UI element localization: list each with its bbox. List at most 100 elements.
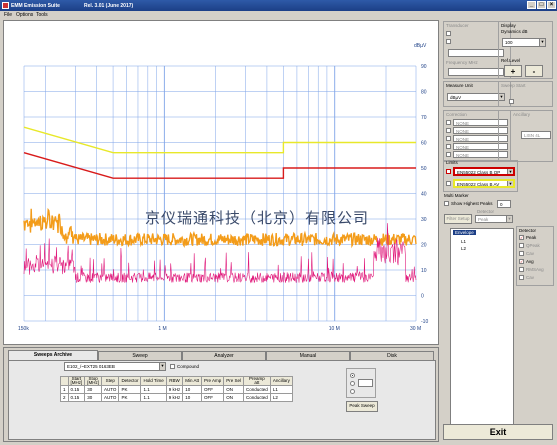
- limit2-checkbox[interactable]: [446, 181, 451, 186]
- limits-group: Limits EN55022 Class B QP ▼ EN55022 Class…: [443, 160, 518, 192]
- detector-checkbox[interactable]: [519, 243, 524, 248]
- limit1-combo[interactable]: EN55022 Class B QP ▼: [453, 167, 515, 176]
- detector-label: RMSAvg: [526, 267, 544, 272]
- tab-disk[interactable]: Disk: [350, 351, 434, 360]
- sweeps-table: Start [MHz] Stop [MHz] Step Detector Hold Ti…: [60, 376, 293, 402]
- tab-manual[interactable]: Manual: [266, 351, 350, 360]
- spectrum-chart: 90 80 70 60 50 40 30 20 10 0 -10 dBµV 150k 1 M 10 M 30 …: [18, 43, 428, 332]
- y-tick-label: 10: [421, 268, 427, 274]
- limit-avg-line: [23, 152, 416, 179]
- transducer-check-1[interactable]: [446, 31, 451, 36]
- correction-value: NONE: [456, 153, 470, 158]
- x-tick-label: 10 M: [329, 326, 340, 332]
- table-cell: 30: [84, 385, 103, 394]
- chevron-down-icon: ▼: [539, 39, 545, 46]
- exit-button[interactable]: Exit: [443, 424, 553, 440]
- filter-setup-button[interactable]: Filter Setup: [444, 214, 472, 224]
- ancillary-combo[interactable]: LISN 4L: [521, 131, 551, 139]
- limit2-combo[interactable]: EN55022 Class B AV ▼: [453, 179, 515, 188]
- ancillary-value: LISN 4L: [524, 133, 541, 138]
- table-row[interactable]: 1 0.15 30 AUTO PK 1.1 9 kHz 10 OFF ON Conducted L1: [60, 385, 293, 394]
- limit1-checkbox[interactable]: [446, 169, 451, 174]
- menu-options[interactable]: Options: [16, 12, 33, 18]
- table-cell: OFF: [200, 393, 225, 402]
- correction-checkbox[interactable]: [446, 136, 451, 141]
- spectrum-plot[interactable]: 90 80 70 60 50 40 30 20 10 0 -10 dBµV 150k 1 M 10 M 30 …: [3, 20, 439, 345]
- detector-checkbox[interactable]: [519, 267, 524, 272]
- show-highest-field[interactable]: 0: [497, 200, 511, 208]
- sweep-file-combo[interactable]: E102_/~EXT25 0163EB ▼: [64, 362, 166, 371]
- table-cell: 9 kHz: [165, 393, 184, 402]
- tree-item-l2[interactable]: L2: [461, 246, 466, 251]
- menu-file[interactable]: File: [4, 12, 12, 18]
- detector-label: Peak: [526, 235, 537, 240]
- sweeps-col-header: Pre Amp: [200, 376, 225, 386]
- table-cell: ON: [223, 385, 245, 394]
- detector-checkbox[interactable]: [519, 251, 524, 256]
- dynamics-combo[interactable]: 100 ▼: [502, 38, 546, 47]
- sweeps-col-header: Pre Sel: [223, 376, 245, 386]
- correction-value: NONE: [456, 129, 470, 134]
- y-tick-label: 20: [421, 243, 427, 249]
- y-tick-label: 30: [421, 217, 427, 223]
- detector-group: Detector ✓ Peak QPeak Cav ✓ Avg RMSAvg Cav: [516, 226, 554, 286]
- title-bar: EMM Emission Suite Rel. 3.01 (June 2017)…: [0, 0, 557, 11]
- sweep-option-radio-3[interactable]: [350, 389, 355, 394]
- table-cell: 0.15: [67, 385, 86, 394]
- sweep-start-check[interactable]: [509, 99, 514, 104]
- table-cell: 9 kHz: [165, 385, 184, 394]
- tree-item-l1[interactable]: L1: [461, 239, 466, 244]
- table-cell: 1.1: [140, 393, 167, 402]
- tab-sweep[interactable]: Sweep: [98, 351, 182, 360]
- trace-tree[interactable]: Envelope L1 L2: [450, 228, 514, 438]
- transducer-field[interactable]: [448, 49, 504, 57]
- sweep-file-value: E102_/~EXT25 0163EB: [67, 364, 115, 369]
- detector-label: QPeak: [526, 243, 540, 248]
- detector-checkbox[interactable]: ✓: [519, 235, 524, 240]
- tree-envelope[interactable]: Envelope: [453, 230, 476, 235]
- display-label: Display: [501, 23, 516, 28]
- close-button[interactable]: ×: [547, 1, 556, 9]
- chevron-down-icon: ▼: [507, 169, 513, 174]
- detector-checkbox[interactable]: ✓: [519, 259, 524, 264]
- correction-checkbox[interactable]: [446, 144, 451, 149]
- show-highest-label: Show Highest Peaks: [451, 201, 493, 206]
- detector-combo-label: Detector: [477, 209, 495, 214]
- sweep-option-field[interactable]: [358, 379, 373, 387]
- table-cell: PK: [118, 385, 142, 394]
- sweeps-col-header: Hold Time: [140, 376, 167, 386]
- dynamics-label: Dynamics dB: [501, 29, 528, 34]
- frequency-field[interactable]: [448, 68, 504, 76]
- y-tick-label: 40: [421, 192, 427, 198]
- correction-checkbox[interactable]: [446, 128, 451, 133]
- table-row[interactable]: 2 0.15 30 AUTO PK 1.1 9 kHz 10 OFF ON Conducted L2: [60, 393, 293, 402]
- correction-checkbox[interactable]: [446, 152, 451, 157]
- watermark-text: 京仪瑞通科技（北京）有限公司: [145, 209, 370, 227]
- sweep-start-group: Sweep Start: [498, 81, 553, 107]
- table-cell: L2: [269, 393, 293, 402]
- sweeps-col-header: Start [MHz]: [67, 376, 86, 386]
- compound-checkbox[interactable]: [170, 364, 175, 369]
- table-cell: AUTO: [101, 385, 120, 394]
- sweep-option-radio-2[interactable]: [350, 381, 355, 386]
- show-highest-checkbox[interactable]: [444, 201, 449, 206]
- correction-checkbox[interactable]: [446, 120, 451, 125]
- tab-sweeps-archive[interactable]: Sweeps Archive: [8, 350, 98, 360]
- ref-level-minus-button[interactable]: -: [525, 65, 543, 77]
- menu-tools[interactable]: Tools: [36, 12, 48, 18]
- detector-label: Avg: [526, 259, 534, 264]
- minimize-button[interactable]: _: [527, 1, 536, 9]
- ref-level-label: Ref.Level: [501, 58, 521, 63]
- detector-checkbox[interactable]: [519, 275, 524, 280]
- maximize-button[interactable]: □: [537, 1, 546, 9]
- sweep-option-radio-1[interactable]: [350, 373, 355, 378]
- transducer-check-2[interactable]: [446, 39, 451, 44]
- sweeps-col-header: RBW: [165, 376, 184, 386]
- ancillary-label: Ancillary: [513, 112, 531, 117]
- sweep-options-group: [346, 368, 376, 398]
- ref-level-plus-button[interactable]: +: [504, 65, 522, 77]
- measure-unit-combo[interactable]: dBµV ▼: [447, 93, 505, 101]
- detector-combo[interactable]: Peak ▼: [475, 215, 513, 223]
- peak-sweep-button[interactable]: Peak Sweep: [346, 401, 378, 412]
- tab-analyzer[interactable]: Analyzer: [182, 351, 266, 360]
